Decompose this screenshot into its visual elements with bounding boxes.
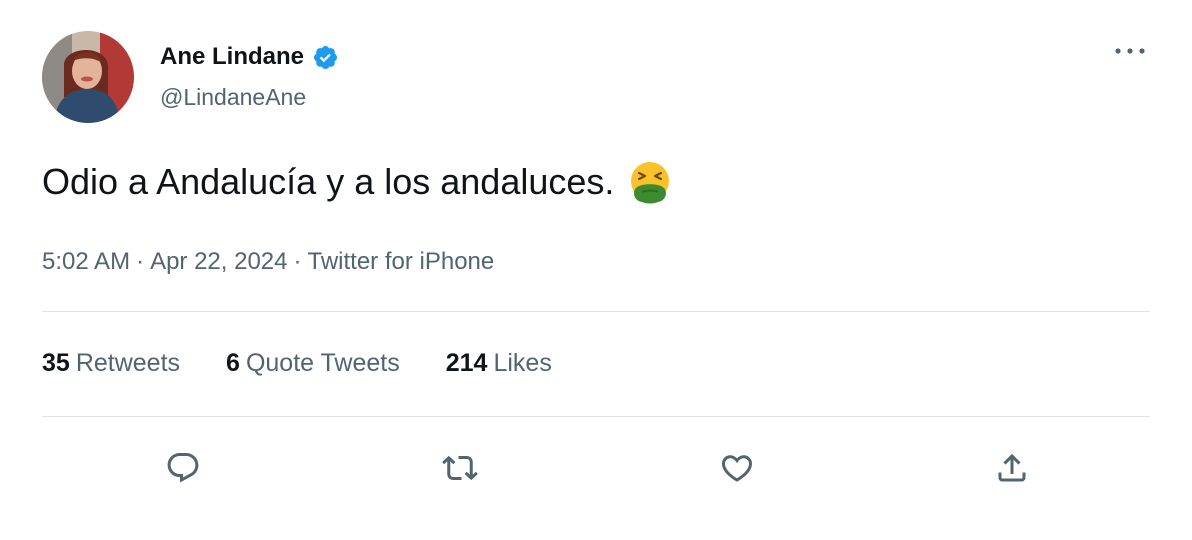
- more-options-button[interactable]: [1108, 36, 1152, 66]
- reply-icon: [167, 453, 199, 483]
- verified-badge-icon: [312, 44, 339, 71]
- meta-separator: ·: [293, 248, 302, 275]
- like-icon: [721, 455, 753, 482]
- tweet-meta: 5:02 AM · Apr 22, 2024 · Twitter for iPhone: [42, 248, 494, 276]
- divider: [42, 416, 1150, 417]
- more-dots-icon: [1115, 48, 1145, 54]
- meta-separator: ·: [136, 248, 145, 275]
- tweet-time[interactable]: 5:02 AM: [42, 248, 130, 275]
- avatar[interactable]: [42, 31, 134, 123]
- share-button[interactable]: [990, 446, 1034, 490]
- quote-tweets-count: 6: [226, 349, 240, 377]
- quote-tweets-stat[interactable]: 6 Quote Tweets: [226, 349, 400, 378]
- face-vomiting-icon: [628, 160, 672, 204]
- reply-button[interactable]: [161, 446, 205, 490]
- retweet-button[interactable]: [438, 446, 482, 490]
- tweet-text: Odio a Andalucía y a los andaluces.: [42, 161, 615, 202]
- retweet-icon: [442, 455, 478, 481]
- quote-tweets-label: Quote Tweets: [245, 349, 400, 377]
- author-name-row: Ane Lindane: [160, 40, 339, 74]
- share-icon: [998, 453, 1026, 482]
- like-button[interactable]: [715, 446, 759, 490]
- avatar-photo: [42, 31, 134, 123]
- likes-label: Likes: [493, 349, 552, 377]
- retweets-stat[interactable]: 35 Retweets: [42, 349, 180, 378]
- tweet-stats: 35 Retweets 6 Quote Tweets 214 Likes: [42, 349, 598, 378]
- tweet-source[interactable]: Twitter for iPhone: [308, 248, 495, 275]
- tweet-body: Odio a Andalucía y a los andaluces.: [42, 160, 672, 204]
- divider: [42, 311, 1150, 312]
- tweet-date[interactable]: Apr 22, 2024: [150, 248, 287, 275]
- author-display-name[interactable]: Ane Lindane: [160, 43, 304, 71]
- retweets-label: Retweets: [75, 349, 181, 377]
- likes-stat[interactable]: 214 Likes: [446, 349, 552, 378]
- likes-count: 214: [445, 349, 488, 377]
- author-handle[interactable]: @LindaneAne: [160, 84, 306, 111]
- retweets-count: 35: [42, 349, 70, 377]
